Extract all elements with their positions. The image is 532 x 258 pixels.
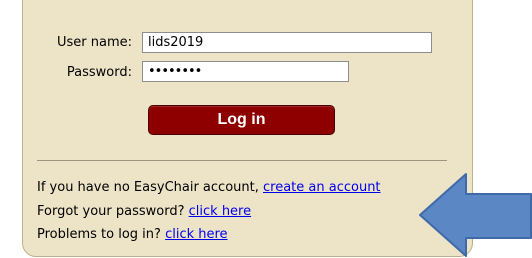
login-button[interactable]: Log in [148,105,335,135]
forgot-password-text: Forgot your password? [37,204,189,219]
create-account-link[interactable]: create an account [263,180,381,195]
arrow-left-icon [419,173,532,257]
forgot-password-line: Forgot your password? click here [37,204,251,220]
username-field[interactable] [142,32,432,53]
problems-link[interactable]: click here [165,227,227,242]
create-account-line: If you have no EasyChair account, create… [37,180,381,196]
divider [37,160,447,161]
username-label: User name: [56,35,132,50]
problems-line: Problems to log in? click here [37,227,228,243]
no-account-text: If you have no EasyChair account, [37,180,263,195]
password-label: Password: [66,65,132,80]
forgot-password-link[interactable]: click here [189,204,251,219]
password-field[interactable] [142,61,349,82]
problems-text: Problems to log in? [37,227,166,242]
